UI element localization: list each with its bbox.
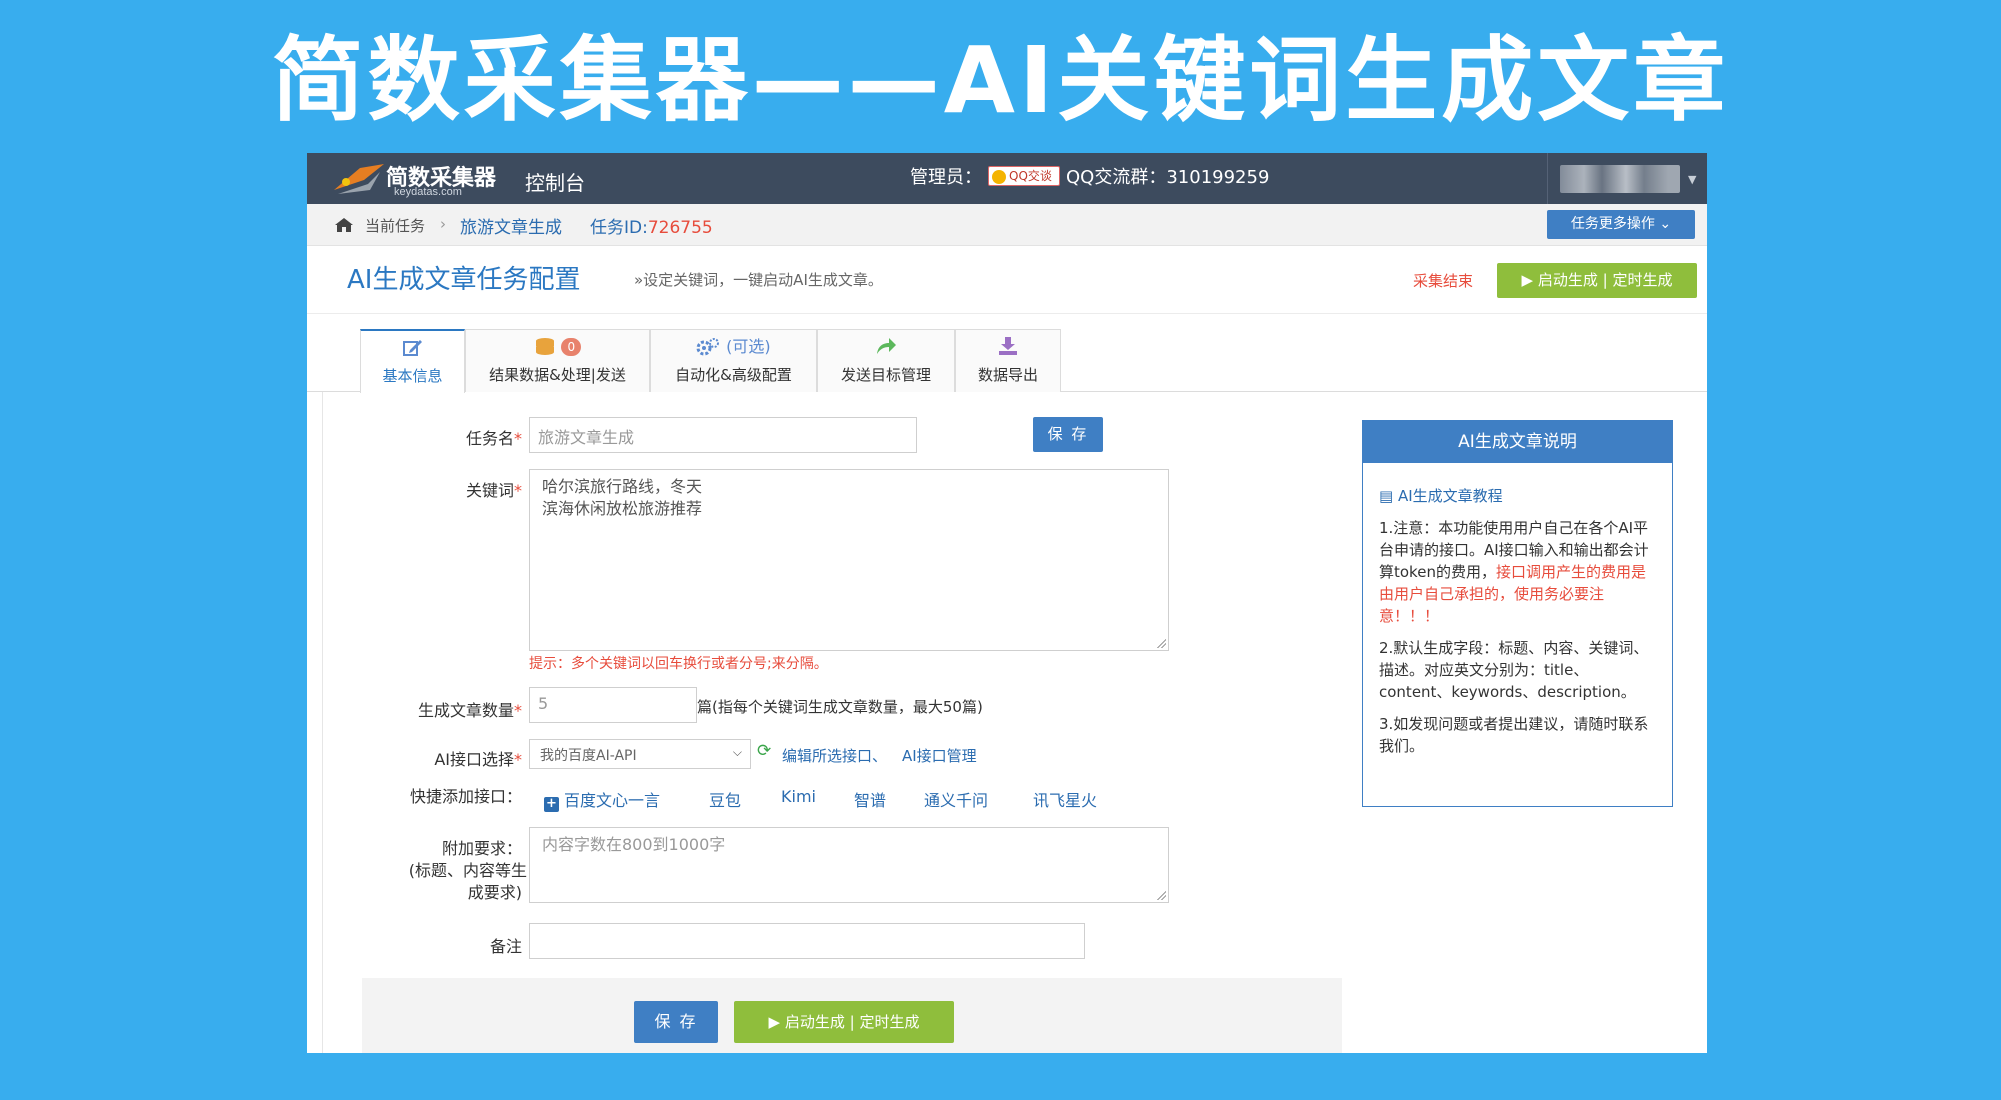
breadcrumb-task-name[interactable]: 旅游文章生成 [460,213,562,238]
start-generate-button[interactable]: ▶ 启动生成 | 定时生成 [734,1001,954,1043]
home-icon[interactable] [334,217,354,233]
share-arrow-icon [818,336,954,358]
download-icon [956,336,1060,358]
help-note-2: 2.默认生成字段：标题、内容、关键词、描述。对应英文分别为：title、cont… [1379,639,1649,701]
tab-data-export[interactable]: 数据导出 [955,329,1061,392]
quick-add-doubao[interactable]: 豆包 [709,787,741,811]
tab-label: 发送目标管理 [840,366,931,384]
quick-add-tongyi[interactable]: 通义千问 [924,787,988,811]
count-label: 生成文章数量* [417,701,522,720]
logo-icon [334,164,384,194]
textarea-placeholder: 内容字数在800到1000字 [542,835,726,854]
tab-automation[interactable]: (可选) 自动化&高级配置 [650,329,817,392]
task-name-label: 任务名* [465,429,522,448]
help-panel-title: AI生成文章说明 [1363,421,1672,463]
qq-badge-label: QQ交谈 [1009,169,1052,183]
save-button-small[interactable]: 保 存 [1033,417,1103,452]
save-button[interactable]: 保 存 [634,1001,718,1043]
api-select[interactable]: 我的百度AI-API ⌵ [529,739,751,769]
quick-add-label: 快捷添加接口： [409,787,522,806]
database-icon: 0 [466,336,649,358]
tab-basic-info[interactable]: 基本信息 [360,329,465,393]
quick-add-zhipu[interactable]: 智谱 [854,787,886,811]
help-panel: AI生成文章说明 ▤ AI生成文章教程 1.注意：本功能使用用户自己在各个AI平… [1362,420,1673,807]
status-collect-end: 采集结束 [1413,272,1474,290]
edit-api-link[interactable]: 编辑所选接口、 [782,745,887,766]
chevron-down-icon: ⌵ [732,745,742,759]
extra-requirements-textarea[interactable]: 内容字数在800到1000字 [529,827,1169,903]
keywords-label: 关键词* [465,481,522,500]
qq-group: QQ交流群：310199259 [1066,167,1270,188]
tutorial-link[interactable]: ▤ AI生成文章教程 [1379,485,1656,507]
page-subtitle: »设定关键词，一键启动AI生成文章。 [634,271,883,289]
breadcrumb-task-id: 任务ID:726755 [590,218,713,238]
logo-subtext: keydatas.com [394,186,462,198]
page-title: AI生成文章任务配置 [347,265,581,295]
divider [307,313,1707,314]
resize-handle[interactable] [1156,890,1166,900]
manage-api-link[interactable]: AI接口管理 [902,745,977,766]
api-select-label: AI接口选择* [434,750,522,769]
remark-label: 备注 [489,937,522,956]
help-note-1: 1.注意：本功能使用用户自己在各个AI平台申请的接口。AI接口输入和输出都会计算… [1379,519,1649,625]
plus-square-icon: + [544,797,559,812]
keywords-textarea[interactable]: 哈尔滨旅行路线，冬天 滨海休闲放松旅游推荐 [529,469,1169,651]
logo[interactable]: 简数采集器 keydatas.com [330,160,510,200]
tab-label: 基本信息 [382,367,443,385]
extra-req-label-line2: (标题、内容等生 [408,861,527,880]
tab-result-data[interactable]: 0 结果数据&处理|发送 [465,329,650,392]
refresh-icon[interactable]: ⟳ [757,741,771,761]
admin-info: 管理员： QQ交谈 QQ交流群：310199259 [910,163,1269,189]
optional-label: (可选) [726,337,771,356]
remark-input[interactable] [529,923,1085,959]
tab-label: 结果数据&处理|发送 [489,366,626,384]
qq-chat-badge[interactable]: QQ交谈 [988,166,1060,186]
banner-title: 简数采集器——AI关键词生成文章 [271,27,1730,134]
user-menu[interactable]: ▼ [1547,153,1707,204]
keyword-line: 滨海休闲放松旅游推荐 [542,499,703,518]
qq-icon [992,169,1006,184]
count-badge: 0 [561,338,582,356]
edit-icon [361,337,464,359]
caret-down-icon: ▼ [1688,173,1697,186]
tab-send-target[interactable]: 发送目标管理 [817,329,955,392]
extra-req-label-line3: 成要求) [467,883,522,902]
start-generate-button-top[interactable]: ▶ 启动生成 | 定时生成 [1497,263,1697,298]
book-icon: ▤ [1379,487,1398,505]
avatar [1560,165,1680,193]
help-note-3: 3.如发现问题或者提出建议，请随时联系我们。 [1379,715,1649,755]
task-name-input[interactable]: 旅游文章生成 [529,417,917,453]
quick-add-baidu[interactable]: + 百度文心一言 [544,787,660,812]
gears-icon: (可选) [651,336,816,358]
keyword-line: 哈尔滨旅行路线，冬天 [542,477,703,496]
extra-req-label: 附加要求： [441,839,522,858]
breadcrumb-separator: › [440,215,446,233]
admin-label: 管理员： [910,167,982,188]
article-count-input[interactable]: 5 [529,687,697,723]
app-window: 简数采集器 keydatas.com 控制台 管理员： QQ交谈 QQ交流群：310… [307,153,1707,1053]
top-bar: 简数采集器 keydatas.com 控制台 管理员： QQ交谈 QQ交流群：310… [307,153,1707,204]
breadcrumb: 当前任务 › 旅游文章生成 任务ID:726755 [307,204,1707,246]
keywords-hint: 提示：多个关键词以回车换行或者分号;来分隔。 [529,656,828,672]
quick-add-xunfei[interactable]: 讯飞星火 [1033,787,1097,811]
task-more-actions-button[interactable]: 任务更多操作 ⌄ [1547,210,1695,239]
breadcrumb-current: 当前任务 [365,217,426,235]
tab-label: 数据导出 [977,366,1038,384]
tab-label: 自动化&高级配置 [675,366,792,384]
count-note: 篇(指每个关键词生成文章数量，最大50篇) [697,698,983,716]
resize-handle[interactable] [1156,638,1166,648]
quick-add-kimi[interactable]: Kimi [781,787,816,806]
console-label: 控制台 [525,171,585,195]
